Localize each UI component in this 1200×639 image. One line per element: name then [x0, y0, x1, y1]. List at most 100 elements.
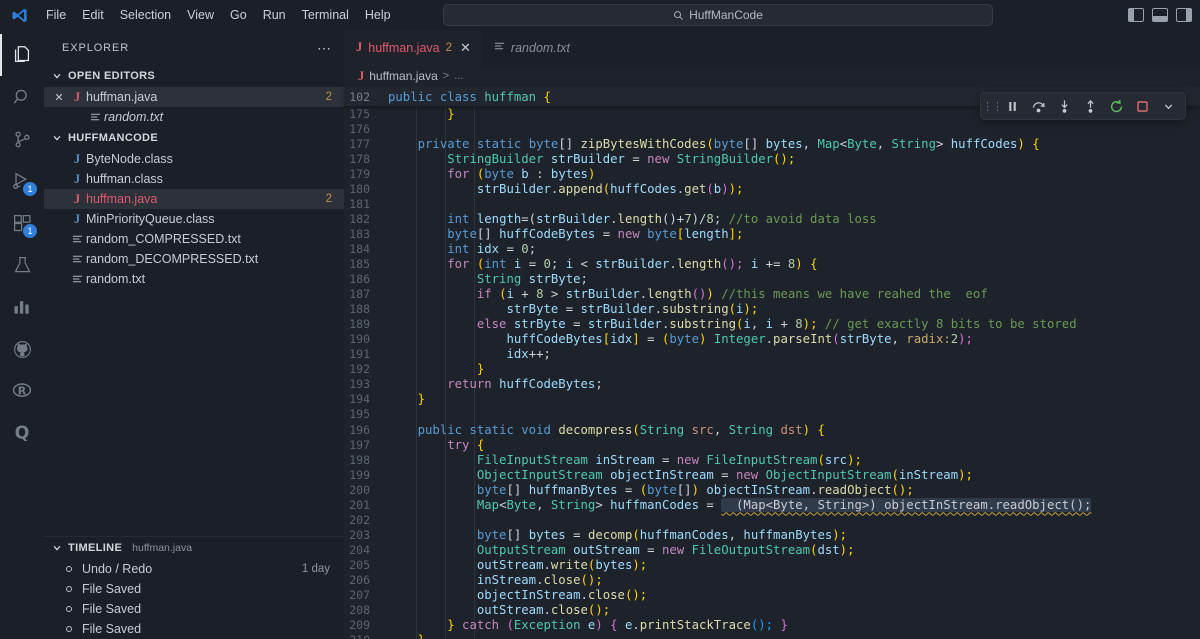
file-ByteNode-class[interactable]: J ByteNode.class — [44, 149, 344, 169]
line-content[interactable]: strByte = strBuilder.substring(i); — [380, 302, 1200, 316]
open-editor-huffman-java[interactable]: ✕ J huffman.java 2 — [44, 87, 344, 107]
restart-button[interactable] — [1105, 95, 1127, 117]
line-content[interactable]: if (i + 8 > strBuilder.length()) //this … — [380, 287, 1200, 301]
code-editor[interactable]: 175 } 176 177 private static byte[] zipByt… — [344, 87, 1200, 639]
code-line[interactable]: 198 FileInputStream inStream = new FileI… — [344, 452, 1200, 467]
timeline-item[interactable]: File Saved — [44, 599, 344, 619]
activity-testing[interactable] — [0, 244, 44, 286]
code-line[interactable]: 176 — [344, 121, 1200, 136]
layout-sidebar-left-icon[interactable] — [1128, 8, 1144, 22]
line-content[interactable]: OutputStream outStream = new FileOutputS… — [380, 543, 1200, 557]
activity-source-control[interactable] — [0, 118, 44, 160]
code-line[interactable]: 199 ObjectInputStream objectInStream = n… — [344, 467, 1200, 482]
line-content[interactable]: StringBuilder strBuilder = new StringBui… — [380, 152, 1200, 166]
line-content[interactable]: } — [380, 362, 1200, 376]
stop-button[interactable] — [1131, 95, 1153, 117]
activity-explorer[interactable] — [0, 34, 44, 76]
line-content[interactable]: else strByte = strBuilder.substring(i, i… — [380, 317, 1200, 331]
tab-huffman-java[interactable]: J huffman.java 2 ✕ — [344, 30, 482, 65]
close-icon[interactable]: ✕ — [50, 91, 68, 104]
timeline-item[interactable]: Undo / Redo 1 day — [44, 559, 344, 579]
line-content[interactable]: inStream.close(); — [380, 573, 1200, 587]
debug-toolbar[interactable]: ⋮⋮ — [980, 92, 1186, 120]
code-line[interactable]: 194 } — [344, 392, 1200, 407]
code-line[interactable]: 196 public static void decompress(String… — [344, 422, 1200, 437]
line-content[interactable]: strBuilder.append(huffCodes.get(b)); — [380, 182, 1200, 196]
line-content[interactable]: for (int i = 0; i < strBuilder.length();… — [380, 257, 1200, 271]
line-content[interactable]: try { — [380, 438, 1200, 452]
code-line[interactable]: 201 Map<Byte, String> huffmanCodes = (Ma… — [344, 497, 1200, 512]
timeline-item[interactable]: File Saved — [44, 619, 344, 639]
file-MinPriorityQueue-class[interactable]: J MinPriorityQueue.class — [44, 209, 344, 229]
menu-edit[interactable]: Edit — [74, 5, 112, 25]
code-line[interactable]: 190 huffCodeBytes[idx] = (byte) Integer.… — [344, 332, 1200, 347]
step-out-button[interactable] — [1079, 95, 1101, 117]
layout-panel-icon[interactable] — [1152, 8, 1168, 22]
line-content[interactable]: return huffCodeBytes; — [380, 377, 1200, 391]
code-line[interactable]: 193 return huffCodeBytes; — [344, 377, 1200, 392]
activity-charts[interactable] — [0, 286, 44, 328]
code-line[interactable]: 181 — [344, 196, 1200, 211]
code-line[interactable]: 206 inStream.close(); — [344, 572, 1200, 587]
section-open-editors[interactable]: OPEN EDITORS — [44, 65, 344, 87]
pause-button[interactable] — [1001, 95, 1023, 117]
breadcrumb-file[interactable]: huffman.java — [369, 69, 438, 83]
activity-extensions[interactable]: 1 — [0, 202, 44, 244]
code-line[interactable]: 182 int length=(strBuilder.length()+7)/8… — [344, 211, 1200, 226]
code-line[interactable]: 209 } catch (Exception e) { e.printStack… — [344, 618, 1200, 633]
section-timeline[interactable]: TIMELINE huffman.java — [44, 537, 344, 559]
menu-selection[interactable]: Selection — [112, 5, 179, 25]
line-content[interactable]: objectInStream.close(); — [380, 588, 1200, 602]
code-line[interactable]: 197 try { — [344, 437, 1200, 452]
code-line[interactable]: 186 String strByte; — [344, 272, 1200, 287]
code-line[interactable]: 207 objectInStream.close(); — [344, 588, 1200, 603]
activity-run-and-debug[interactable]: 1 — [0, 160, 44, 202]
menu-file[interactable]: File — [38, 5, 74, 25]
menu-bar[interactable]: File Edit Selection View Go Run Terminal… — [38, 5, 399, 25]
code-line[interactable]: 195 — [344, 407, 1200, 422]
activity-search[interactable] — [0, 76, 44, 118]
code-line[interactable]: 185 for (int i = 0; i < strBuilder.lengt… — [344, 256, 1200, 271]
code-line[interactable]: 180 strBuilder.append(huffCodes.get(b)); — [344, 181, 1200, 196]
code-line[interactable]: 177 private static byte[] zipBytesWithCo… — [344, 136, 1200, 151]
layout-sidebar-right-icon[interactable] — [1176, 8, 1192, 22]
line-content[interactable]: } — [380, 633, 1200, 639]
line-content[interactable]: outStream.close(); — [380, 603, 1200, 617]
menu-go[interactable]: Go — [222, 5, 255, 25]
line-content[interactable]: byte[] huffmanBytes = (byte[]) objectInS… — [380, 483, 1200, 497]
line-content[interactable]: Map<Byte, String> huffmanCodes = (Map<By… — [380, 497, 1200, 512]
line-content[interactable]: for (byte b : bytes) — [380, 167, 1200, 181]
line-content[interactable]: outStream.write(bytes); — [380, 558, 1200, 572]
activity-r-extension[interactable]: R — [0, 370, 44, 412]
step-into-button[interactable] — [1053, 95, 1075, 117]
file-random-DECOMPRESSED-txt[interactable]: random_DECOMPRESSED.txt — [44, 249, 344, 269]
step-over-button[interactable] — [1027, 95, 1049, 117]
code-line[interactable]: 208 outStream.close(); — [344, 603, 1200, 618]
file-random-txt[interactable]: random.txt — [44, 269, 344, 289]
code-line[interactable]: 204 OutputStream outStream = new FileOut… — [344, 542, 1200, 557]
code-line[interactable]: 203 byte[] bytes = decomp(huffmanCodes, … — [344, 527, 1200, 542]
line-content[interactable]: ObjectInputStream objectInStream = new O… — [380, 468, 1200, 482]
drag-grip-icon[interactable]: ⋮⋮ — [982, 100, 1003, 113]
code-line[interactable]: 188 strByte = strBuilder.substring(i); — [344, 302, 1200, 317]
code-line[interactable]: 179 for (byte b : bytes) — [344, 166, 1200, 181]
code-line[interactable]: 187 if (i + 8 > strBuilder.length()) //t… — [344, 287, 1200, 302]
code-line[interactable]: 192 } — [344, 362, 1200, 377]
line-content[interactable]: huffCodeBytes[idx] = (byte) Integer.pars… — [380, 332, 1200, 346]
line-content[interactable]: String strByte; — [380, 272, 1200, 286]
line-content[interactable]: byte[] huffCodeBytes = new byte[length]; — [380, 227, 1200, 241]
open-editor-random-txt[interactable]: random.txt — [44, 107, 344, 127]
code-line[interactable]: 191 idx++; — [344, 347, 1200, 362]
line-content[interactable]: idx++; — [380, 347, 1200, 361]
code-line[interactable]: 205 outStream.write(bytes); — [344, 557, 1200, 572]
code-line[interactable]: 178 StringBuilder strBuilder = new Strin… — [344, 151, 1200, 166]
menu-run[interactable]: Run — [255, 5, 294, 25]
line-content[interactable]: int idx = 0; — [380, 242, 1200, 256]
activity-github[interactable] — [0, 328, 44, 370]
line-content[interactable]: FileInputStream inStream = new FileInput… — [380, 453, 1200, 467]
code-line[interactable]: 189 else strByte = strBuilder.substring(… — [344, 317, 1200, 332]
breadcrumb[interactable]: J huffman.java > ... — [344, 65, 1200, 87]
code-lines[interactable]: 175 } 176 177 private static byte[] zipByt… — [344, 87, 1200, 639]
line-content[interactable]: byte[] bytes = decomp(huffmanCodes, huff… — [380, 528, 1200, 542]
code-line[interactable]: 183 byte[] huffCodeBytes = new byte[leng… — [344, 226, 1200, 241]
